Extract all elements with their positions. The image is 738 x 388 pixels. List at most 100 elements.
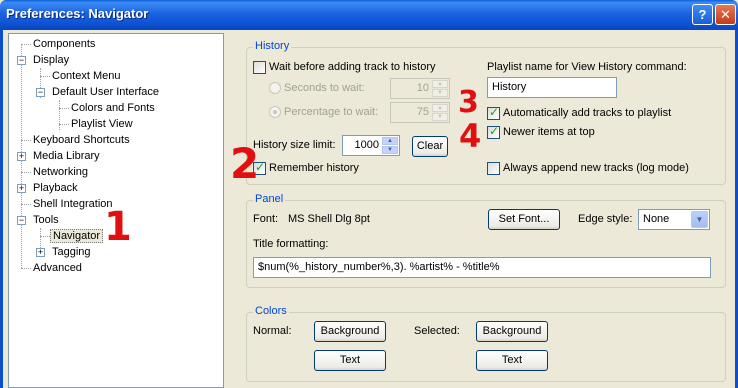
title-bar: Preferences: Navigator ? ✕: [0, 0, 738, 30]
history-size-limit-value: 1000: [354, 139, 379, 151]
tree-item-label: Networking: [33, 166, 89, 178]
tree-item-label: Advanced: [33, 262, 82, 274]
percentage-to-wait-radio[interactable]: [269, 106, 281, 118]
tree-line: [40, 76, 50, 77]
title-formatting-label: Title formatting:: [253, 238, 329, 250]
tree-item-shell-integration[interactable]: Shell Integration: [33, 196, 113, 212]
newer-items-at-top-label: Newer items at top: [503, 126, 595, 138]
tree-item-label: Tools: [33, 214, 59, 226]
tree-item-label: Playlist View: [71, 118, 133, 130]
spin-down-icon[interactable]: ▼: [382, 146, 398, 154]
tree-item-tools[interactable]: Tools: [33, 212, 59, 228]
always-append-checkbox[interactable]: [487, 162, 500, 175]
tree-line: [21, 172, 31, 173]
font-value: MS Shell Dlg 8pt: [288, 213, 370, 225]
tree-item-label: Navigator: [50, 229, 104, 243]
expand-icon[interactable]: +: [17, 184, 26, 193]
tree-item-components[interactable]: Components: [33, 36, 95, 52]
tree-line: [59, 108, 69, 109]
spin-up-icon[interactable]: ▲: [432, 80, 448, 88]
tree-line: [59, 100, 60, 130]
tree-line: [21, 268, 31, 269]
normal-background-button[interactable]: Background: [314, 321, 386, 342]
percentage-to-wait-stepper[interactable]: 75 ▲ ▼: [390, 102, 450, 123]
edge-style-label: Edge style:: [578, 213, 633, 225]
collapse-icon[interactable]: −: [36, 88, 45, 97]
tree-item-context-menu[interactable]: Context Menu: [52, 68, 120, 84]
set-font-button[interactable]: Set Font...: [488, 209, 560, 230]
tree-line: [21, 44, 31, 45]
selected-text-button[interactable]: Text: [476, 350, 548, 371]
newer-items-at-top-checkbox[interactable]: [487, 124, 500, 139]
panel-group-title: Panel: [253, 193, 286, 205]
edge-style-value: None: [643, 213, 670, 225]
close-button[interactable]: ✕: [715, 4, 736, 25]
seconds-value: 10: [416, 82, 429, 94]
always-append-label: Always append new tracks (log mode): [503, 162, 689, 174]
tree-item-media-library[interactable]: Media Library: [33, 148, 100, 164]
remember-history-label: Remember history: [269, 162, 359, 174]
collapse-icon[interactable]: −: [17, 56, 26, 65]
tree-line: [40, 236, 50, 237]
wait-before-adding-checkbox[interactable]: [253, 61, 266, 74]
tree-item-playlist-view[interactable]: Playlist View: [71, 116, 133, 132]
tree-item-navigator[interactable]: Navigator: [50, 228, 104, 244]
tree-item-colors-and-fonts[interactable]: Colors and Fonts: [71, 100, 155, 116]
tree-item-label: Media Library: [33, 150, 100, 162]
font-label: Font:: [253, 213, 279, 225]
expand-icon[interactable]: +: [36, 248, 45, 257]
window-title: Preferences: Navigator: [6, 6, 149, 21]
tree-line: [59, 124, 69, 125]
history-size-limit-stepper[interactable]: 1000 ▲ ▼: [342, 135, 400, 156]
wait-before-adding-label: Wait before adding track to history: [269, 61, 436, 73]
tree-item-advanced[interactable]: Advanced: [33, 260, 82, 276]
spin-down-icon[interactable]: ▼: [432, 113, 448, 121]
collapse-icon[interactable]: −: [17, 216, 26, 225]
history-group-title: History: [253, 40, 292, 52]
colors-group-title: Colors: [253, 305, 289, 317]
normal-text-button[interactable]: Text: [314, 350, 386, 371]
edge-style-select[interactable]: None ▼: [638, 209, 710, 230]
tree-item-label: Playback: [33, 182, 78, 194]
auto-add-tracks-checkbox[interactable]: [487, 105, 500, 120]
playlist-name-input[interactable]: History: [487, 77, 617, 98]
tree-item-label: Context Menu: [52, 70, 121, 82]
chevron-down-icon[interactable]: ▼: [691, 211, 708, 228]
percentage-to-wait-label: Percentage to wait:: [284, 106, 379, 118]
tree-item-label: Keyboard Shortcuts: [33, 134, 130, 146]
tree-item-label: Shell Integration: [33, 198, 113, 210]
tree-line: [21, 140, 31, 141]
annotation-2: 2: [230, 139, 260, 188]
expand-icon[interactable]: +: [17, 152, 26, 161]
tree-item-label: Default User Interface: [52, 86, 159, 98]
tree-item-tagging[interactable]: Tagging: [52, 244, 91, 260]
clear-history-button[interactable]: Clear: [412, 136, 448, 157]
auto-add-tracks-label: Automatically add tracks to playlist: [503, 107, 672, 119]
tree-item-label: Components: [33, 38, 96, 50]
tree-item-display[interactable]: Display: [33, 52, 69, 68]
tree-item-playback[interactable]: Playback: [33, 180, 78, 196]
annotation-3: 3: [458, 85, 479, 120]
tree-item-keyboard-shortcuts[interactable]: Keyboard Shortcuts: [33, 132, 130, 148]
playlist-name-label: Playlist name for View History command:: [487, 61, 687, 73]
annotation-1: 1: [104, 204, 132, 250]
seconds-to-wait-stepper[interactable]: 10 ▲ ▼: [390, 78, 450, 99]
tree-item-default-user-interface[interactable]: Default User Interface: [52, 84, 159, 100]
tree-item-label: Tagging: [52, 246, 91, 258]
normal-label: Normal:: [253, 325, 292, 337]
tree-line: [21, 204, 31, 205]
tree-item-label: Display: [33, 54, 70, 66]
tree-item-networking[interactable]: Networking: [33, 164, 88, 180]
help-icon: ?: [698, 7, 707, 22]
close-icon: ✕: [720, 7, 731, 22]
help-button[interactable]: ?: [692, 4, 713, 25]
spin-up-icon[interactable]: ▲: [382, 137, 398, 145]
tree-item-label: Colors and Fonts: [71, 102, 155, 114]
selected-background-button[interactable]: Background: [476, 321, 548, 342]
title-formatting-input[interactable]: $num(%_history_number%,3). %artist% - %t…: [253, 257, 711, 278]
seconds-to-wait-radio[interactable]: [269, 82, 281, 94]
spin-down-icon[interactable]: ▼: [432, 89, 448, 97]
percentage-value: 75: [416, 106, 429, 118]
spin-up-icon[interactable]: ▲: [432, 104, 448, 112]
history-size-limit-label: History size limit:: [253, 139, 336, 151]
